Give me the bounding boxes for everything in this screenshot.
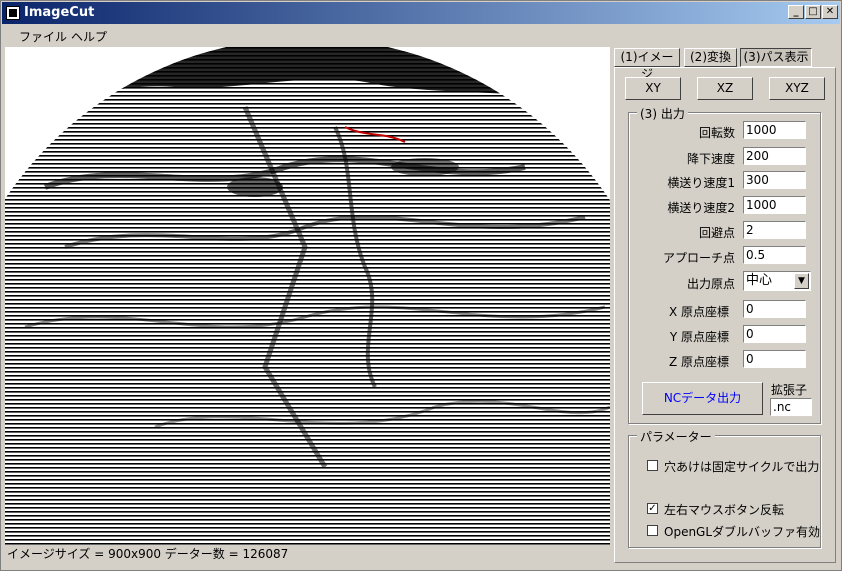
y-origin-label: Y 原点座標 [669,330,729,344]
output-origin-value: 中心 [746,273,773,288]
toolpath-viewport[interactable] [5,47,610,545]
tab-path-display[interactable]: (3)パス表示 [740,48,812,67]
output-origin-select[interactable]: 中心 ▼ [743,271,811,291]
output-group-title: (3) 出力 [637,105,688,122]
plunge-speed-field[interactable]: 200 [743,147,806,165]
menu-file[interactable]: ファイル [19,28,67,45]
opengl-double-buffer-checkbox[interactable] [647,525,658,536]
x-origin-field[interactable]: 0 [743,300,806,318]
feed-speed2-field[interactable]: 1000 [743,196,806,214]
rpm-label: 回転数 [698,126,735,140]
maximize-button[interactable]: □ [805,5,821,19]
drill-cycle-checkbox[interactable] [647,460,658,471]
opengl-double-buffer-label[interactable]: OpenGLダブルバッファ有効 [664,523,820,540]
plunge-speed-label: 降下速度 [686,152,735,166]
view-xz-button[interactable]: XZ [697,77,753,100]
retract-point-label: 回避点 [698,226,735,240]
window-title: ImageCut [24,5,95,20]
view-xy-button[interactable]: XY [625,77,681,100]
parameter-group-title: パラメーター [637,428,715,445]
extension-field[interactable]: .nc [770,398,812,416]
nc-output-button[interactable]: NCデータ出力 [642,382,763,415]
tab-convert[interactable]: (2)変換 [684,48,737,67]
feed-speed2-label: 横送り速度2 [667,201,735,215]
drill-cycle-label[interactable]: 穴あけは固定サイクルで出力 [664,458,819,475]
view-xyz-button[interactable]: XYZ [769,77,825,100]
swap-mouse-checkbox[interactable]: ✓ [647,503,658,514]
extension-label: 拡張子 [771,383,808,397]
y-origin-field[interactable]: 0 [743,325,806,343]
close-button[interactable]: ✕ [822,5,838,19]
feed-speed1-field[interactable]: 300 [743,171,806,189]
status-text: イメージサイズ = 900x900 データー数 = 126087 [7,547,289,561]
rpm-field[interactable]: 1000 [743,121,806,139]
retract-point-field[interactable]: 2 [743,221,806,239]
menu-help[interactable]: ヘルプ [71,28,107,45]
swap-mouse-label[interactable]: 左右マウスボタン反転 [664,501,784,518]
approach-point-label: アプローチ点 [662,251,735,265]
chevron-down-icon[interactable]: ▼ [794,273,809,289]
title-bar[interactable]: ImageCut _ □ ✕ [2,2,840,24]
toolpath-canvas[interactable] [5,47,610,545]
app-window: ImageCut _ □ ✕ ファイル ヘルプ イメージサイズ = 900x90… [0,0,842,571]
x-origin-label: X 原点座標 [668,305,729,319]
app-icon [6,6,20,20]
menu-bar: ファイル ヘルプ [2,25,840,45]
tab-image[interactable]: (1)イメージ [614,48,680,81]
z-origin-field[interactable]: 0 [743,350,806,368]
feed-speed1-label: 横送り速度1 [667,176,735,190]
output-origin-label: 出力原点 [686,277,735,291]
z-origin-label: Z 原点座標 [668,355,729,369]
minimize-button[interactable]: _ [788,5,804,19]
approach-point-field[interactable]: 0.5 [743,246,806,264]
